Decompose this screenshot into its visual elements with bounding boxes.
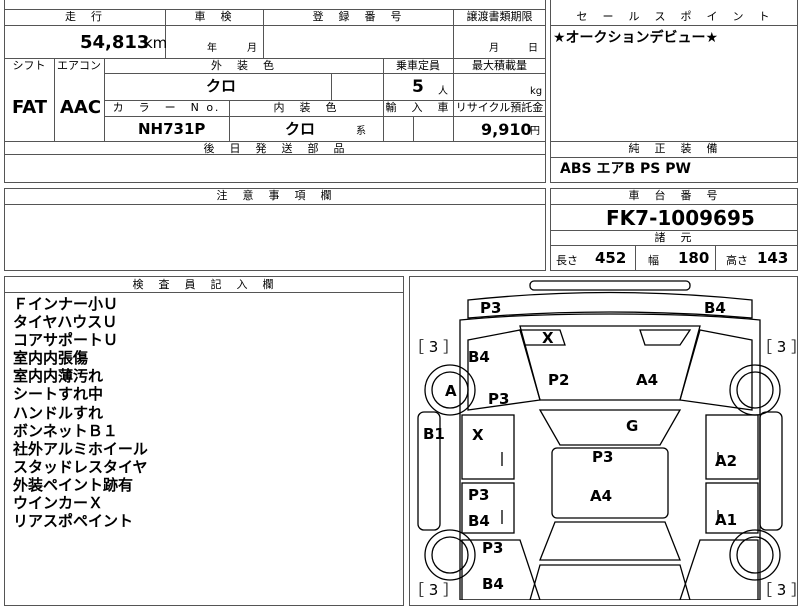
trunk-outline — [529, 564, 691, 600]
front-bumper-top — [529, 280, 691, 291]
code-quarter-left-low: B4 — [482, 575, 504, 593]
quarter-right — [679, 539, 759, 600]
code-roof: P3 — [592, 448, 614, 466]
sill-right — [759, 411, 783, 531]
code-front-door-right: A2 — [715, 452, 738, 470]
grille — [639, 329, 692, 346]
tread-rear-right: ［ 3 ］ — [757, 581, 800, 599]
tread-front-left: ［ 3 ］ — [409, 338, 459, 356]
code-hood: P2 — [548, 371, 570, 389]
code-rear-door-left-upper: P3 — [468, 486, 490, 504]
code-sill-left: B1 — [423, 425, 445, 443]
wheel-front-right-inner — [736, 371, 774, 409]
rear-window-outline — [539, 521, 681, 561]
tread-front-right: ［ 3 ］ — [757, 338, 800, 356]
code-rear-door-left: B4 — [468, 512, 490, 530]
code-roof-rear: A4 — [590, 487, 613, 505]
code-fender-left: P3 — [488, 390, 510, 408]
fender-right — [679, 329, 753, 411]
code-front-bumper-right: B4 — [704, 299, 726, 317]
code-quarter-left: P3 — [482, 539, 504, 557]
windshield-outline — [538, 409, 682, 446]
car-diagram — [417, 280, 783, 600]
front-door-left — [461, 414, 515, 480]
code-hood-left: X — [542, 329, 554, 347]
wheel-rear-right-inner — [736, 536, 774, 574]
code-rear-door-right: A1 — [715, 511, 738, 529]
code-front-bumper-left: P3 — [480, 299, 502, 317]
code-front-door-left: X — [472, 426, 484, 444]
code-wheel-front-left: A — [445, 382, 457, 400]
tread-rear-left: ［ 3 ］ — [409, 581, 459, 599]
code-windshield: G — [626, 417, 639, 435]
code-hood-right: A4 — [636, 371, 659, 389]
code-fender-left-top: B4 — [468, 348, 490, 366]
